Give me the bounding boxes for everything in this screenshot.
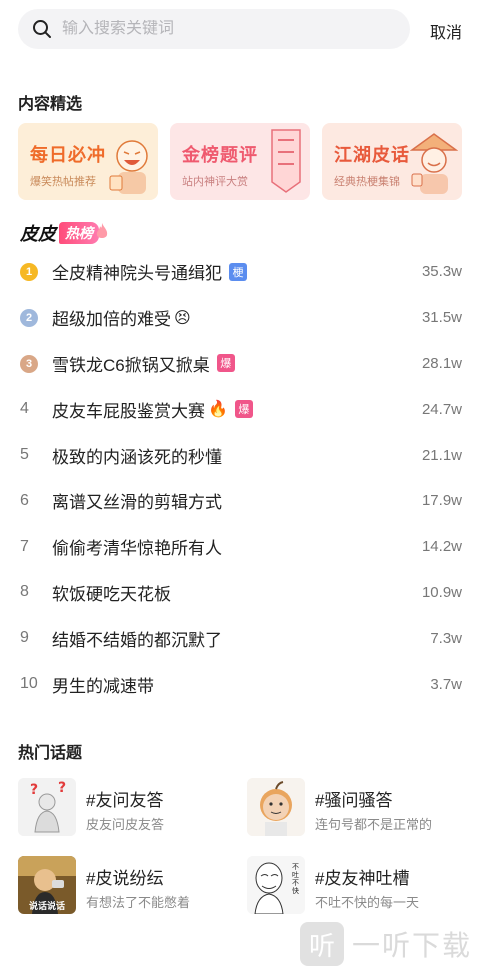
svg-text:?: ? <box>58 780 66 796</box>
rank-medal-icon: 2 <box>20 309 38 328</box>
thumbnail-caption: 说话说话 <box>28 901 65 911</box>
rank-number: 10 <box>20 675 38 693</box>
hotlist-item-heat: 31.5w <box>421 309 462 327</box>
emoji-icon: 😣 <box>174 309 191 327</box>
topic-item[interactable]: ? ? #友问友答 皮友问皮友答 <box>18 778 238 838</box>
rank-medal-icon: 3 <box>20 354 38 373</box>
cancel-button[interactable]: 取消 <box>430 19 462 43</box>
hotlist-item-title: 软饭硬吃天花板 <box>52 584 171 604</box>
apple-face-thumbnail <box>247 778 305 836</box>
topic-subtitle: 有想法了不能憋着 <box>86 895 191 910</box>
hotlist-item[interactable]: 4 皮友车屁股鉴赏大赛 🔥 爆 24.7w <box>0 386 480 432</box>
scroll-board-illustration <box>271 129 301 193</box>
hotlist-item-title: 男生的减速带 <box>52 676 154 696</box>
featured-card-jianghu[interactable]: 江湖皮话 经典热梗集锦 <box>322 123 462 200</box>
hotlist-item-title: 极致的内涵该死的秒懂 <box>52 447 222 467</box>
rank-number: 6 <box>20 491 29 509</box>
watermark-text: 一听下载 <box>351 930 472 961</box>
question-figure-thumbnail: ? ? <box>18 778 76 836</box>
svg-text:?: ? <box>30 782 38 798</box>
rank-medal-icon: 1 <box>20 263 38 282</box>
search-icon <box>32 19 52 39</box>
search-input[interactable] <box>62 20 362 38</box>
featured-card-daily[interactable]: 每日必冲 爆笑热帖推荐 <box>18 123 158 200</box>
hotlist-item-heat: 21.1w <box>421 446 462 464</box>
hotlist-tag: 热榜 <box>59 222 99 244</box>
topic-title: #皮友神吐槽 <box>315 869 410 888</box>
hotlist-item-badge: 梗 <box>229 262 247 281</box>
topic-item[interactable]: #骚问骚答 连句号都不是正常的 <box>247 778 467 838</box>
hotlist-item-title: 皮友车屁股鉴赏大赛 <box>52 401 205 421</box>
rank-number: 1 <box>0 262 52 282</box>
featured-section-title: 内容精选 <box>18 96 83 113</box>
laughing-character-illustration <box>109 140 148 194</box>
straw-hat-character-illustration <box>410 133 458 194</box>
hotlist-header: 皮皮 热榜 <box>20 220 109 246</box>
topic-title: #皮说纷纭 <box>86 869 164 888</box>
topics-section-title: 热门话题 <box>18 745 83 762</box>
topic-item[interactable]: 说话说话 #皮说纷纭 有想法了不能憋着 <box>18 856 238 916</box>
hotlist-item-heat: 28.1w <box>421 354 462 372</box>
rank-number: 2 <box>0 308 52 328</box>
hotlist-item[interactable]: 3 雪铁龙C6掀锅又掀桌爆 28.1w <box>0 341 480 387</box>
hotlist-item[interactable]: 1 全皮精神院头号通缉犯梗 35.3w <box>0 249 480 295</box>
hotlist-item-title: 结婚不结婚的都沉默了 <box>52 630 222 650</box>
topic-title: #骚问骚答 <box>315 791 393 810</box>
rank-number: 8 <box>20 583 29 601</box>
hotlist-item-heat: 17.9w <box>421 492 462 510</box>
hotlist-item[interactable]: 2 超级加倍的难受 😣 31.5w <box>0 295 480 341</box>
hotlist-item[interactable]: 9 结婚不结婚的都沉默了 7.3w <box>0 615 480 661</box>
hotlist-item[interactable]: 10 男生的减速带 3.7w <box>0 661 480 707</box>
hotlist-item-badge: 爆 <box>234 400 253 419</box>
hotlist: 1 全皮精神院头号通缉犯梗 35.3w 2 超级加倍的难受 😣 31.5w 3 雪铁龙C6掀锅又… <box>0 249 480 707</box>
topic-subtitle: 不吐不快的每一天 <box>315 895 420 910</box>
hotlist-item-title: 偷偷考清华惊艳所有人 <box>52 539 222 559</box>
hotlist-item-heat: 10.9w <box>421 583 462 601</box>
rank-number: 4 <box>20 400 29 418</box>
topic-item[interactable]: 不吐不快 #皮友神吐槽 不吐不快的每一天 <box>247 856 467 916</box>
hotlist-item-badge: 爆 <box>216 354 235 373</box>
hotlist-item[interactable]: 8 软饭硬吃天花板 10.9w <box>0 570 480 616</box>
site-watermark: 听 一听下载 <box>299 922 472 966</box>
emoji-icon: 🔥 <box>208 401 228 419</box>
search-bar[interactable] <box>18 9 410 49</box>
speaker-man-thumbnail: 说话说话 <box>18 856 76 914</box>
topic-title: #友问友答 <box>86 791 164 810</box>
hotlist-item-title: 全皮精神院头号通缉犯 <box>52 264 222 284</box>
hotlist-item-heat: 24.7w <box>421 400 462 418</box>
hotlist-item[interactable]: 7 偷偷考清华惊艳所有人 14.2w <box>0 524 480 570</box>
watermark-logo: 听 <box>299 922 344 966</box>
flame-icon <box>96 223 108 238</box>
rank-number: 3 <box>0 354 52 373</box>
hotlist-item-title: 雪铁龙C6掀锅又掀桌 <box>52 355 210 375</box>
hotlist-item-heat: 14.2w <box>421 538 462 556</box>
featured-card-golden[interactable]: 金榜题评 站内神评大赏 <box>170 123 310 200</box>
hotlist-item-heat: 35.3w <box>421 263 462 281</box>
topic-subtitle: 皮友问皮友答 <box>86 817 165 832</box>
hotlist-item[interactable]: 6 离谱又丝滑的剪辑方式 17.9w <box>0 478 480 524</box>
rank-number: 5 <box>20 446 29 464</box>
rank-number: 7 <box>20 537 29 555</box>
hotlist-item-heat: 7.3w <box>430 629 462 647</box>
hotlist-item-title: 离谱又丝滑的剪辑方式 <box>52 493 222 513</box>
thumbnail-caption: 不吐不快 <box>292 864 299 895</box>
featured-cards: 每日必冲 爆笑热帖推荐 金榜题评 站内神评大赏 江湖皮话 经典热梗集锦 <box>18 123 462 200</box>
hotlist-item-heat: 3.7w <box>430 675 462 693</box>
topic-subtitle: 连句号都不是正常的 <box>315 817 433 832</box>
hotlist-item-title: 超级加倍的难受 <box>52 310 171 330</box>
rank-number: 9 <box>20 629 29 647</box>
hotlist-brand: 皮皮 <box>20 224 56 244</box>
meme-face-thumbnail: 不吐不快 <box>247 856 305 914</box>
hotlist-item[interactable]: 5 极致的内涵该死的秒懂 21.1w <box>0 432 480 478</box>
